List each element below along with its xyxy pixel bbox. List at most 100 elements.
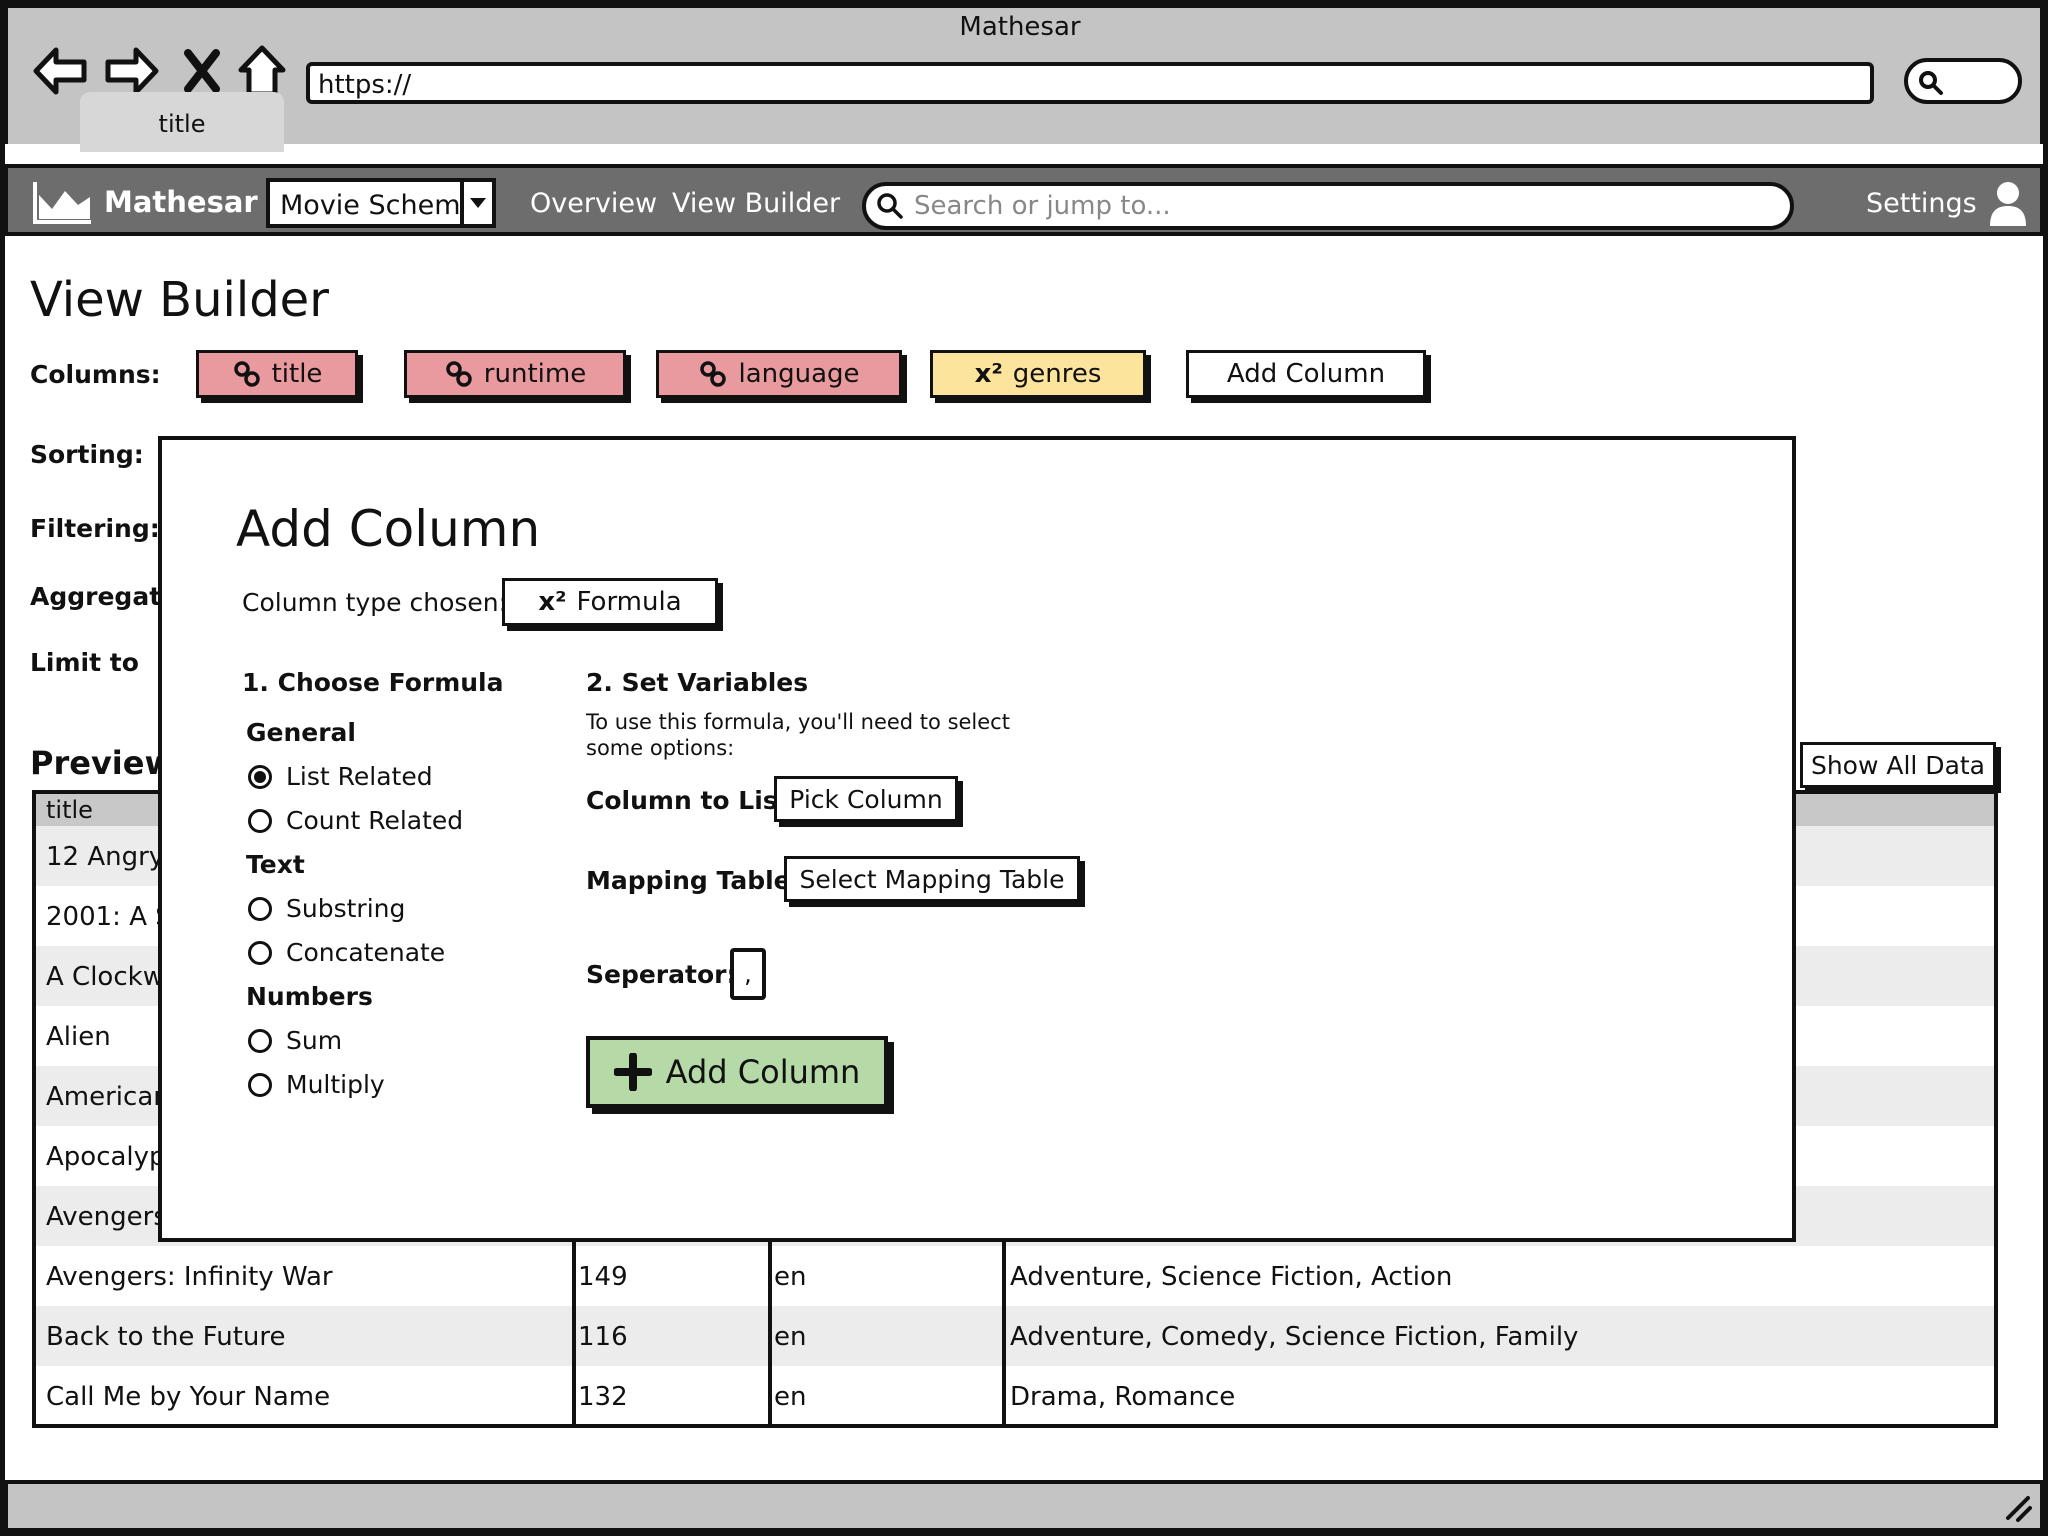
settings-link[interactable]: Settings xyxy=(1866,188,1977,219)
radio-unselected-icon xyxy=(248,1072,272,1097)
choose-formula-heading: 1. Choose Formula xyxy=(242,668,504,697)
column-type-value: Formula xyxy=(576,587,682,617)
radio-count-related[interactable]: Count Related xyxy=(248,806,463,835)
group-label-numbers: Numbers xyxy=(246,982,373,1011)
column-chip-title[interactable]: title xyxy=(196,350,358,398)
radio-unselected-icon xyxy=(248,940,272,965)
table-cell: Adventure, Science Fiction, Action xyxy=(1010,1262,1453,1292)
filtering-label: Filtering: xyxy=(30,514,160,543)
radio-label: Multiply xyxy=(286,1070,385,1099)
radio-multiply[interactable]: Multiply xyxy=(248,1070,385,1099)
separator-label: Seperator: xyxy=(586,960,737,989)
url-bar[interactable]: https:// xyxy=(306,62,1874,104)
table-cell: 149 xyxy=(578,1262,628,1292)
table-cell: en xyxy=(774,1322,807,1352)
browser-search[interactable] xyxy=(1904,58,2022,104)
limit-label: Limit to xyxy=(30,648,139,677)
select-mapping-table-button[interactable]: Select Mapping Table xyxy=(784,856,1080,902)
chevron-down-icon xyxy=(470,198,486,208)
table-cell: 116 xyxy=(578,1322,628,1352)
radio-label: Sum xyxy=(286,1026,343,1055)
radio-unselected-icon xyxy=(248,1028,272,1053)
table-cell: en xyxy=(774,1262,807,1292)
radio-label: Concatenate xyxy=(286,938,446,967)
group-label-general: General xyxy=(246,718,356,747)
chip-label: runtime xyxy=(483,359,587,389)
resize-grip-icon[interactable] xyxy=(2002,1492,2032,1522)
column-type-formula-button[interactable]: x² Formula xyxy=(502,578,718,626)
link-icon xyxy=(700,361,727,387)
table-cell: Avengers: xyxy=(46,1202,176,1232)
search-icon xyxy=(1919,71,1943,95)
table-row: Avengers: Infinity War 149 en Adventure,… xyxy=(36,1246,1994,1306)
brand-name: Mathesar xyxy=(104,185,258,219)
status-bar xyxy=(4,1480,2044,1532)
brand[interactable]: Mathesar xyxy=(32,178,258,226)
page-title: View Builder xyxy=(30,272,329,328)
search-placeholder: Search or jump to... xyxy=(914,191,1171,221)
pick-column-button[interactable]: Pick Column xyxy=(774,776,958,822)
radio-sum[interactable]: Sum xyxy=(248,1026,342,1055)
chip-label: title xyxy=(271,359,323,389)
column-chip-language[interactable]: language xyxy=(656,350,902,398)
table-cell: en xyxy=(774,1382,807,1412)
preview-title: Preview xyxy=(30,744,175,782)
table-row: Back to the Future 116 en Adventure, Com… xyxy=(36,1306,1994,1366)
link-icon xyxy=(233,361,260,387)
table-cell: Alien xyxy=(46,1022,111,1052)
table-cell: American xyxy=(46,1082,170,1112)
column-type-label: Column type chosen: xyxy=(242,588,508,617)
radio-list-related[interactable]: List Related xyxy=(248,762,433,791)
columns-label: Columns: xyxy=(30,360,161,389)
table-cell: Avengers: Infinity War xyxy=(46,1262,333,1292)
radio-substring[interactable]: Substring xyxy=(248,894,405,923)
help-text-line-1: To use this formula, you'll need to sele… xyxy=(586,710,1010,734)
app-search-input[interactable]: Search or jump to... xyxy=(862,182,1794,230)
column-divider xyxy=(1002,1238,1006,1428)
back-icon[interactable] xyxy=(30,42,90,100)
radio-label: Count Related xyxy=(286,806,464,835)
radio-unselected-icon xyxy=(248,896,272,921)
add-column-submit-button[interactable]: Add Column xyxy=(586,1036,888,1108)
submit-label: Add Column xyxy=(665,1053,861,1091)
chip-label: language xyxy=(738,359,860,389)
radio-unselected-icon xyxy=(248,808,272,833)
table-row: Call Me by Your Name 132 en Drama, Roman… xyxy=(36,1366,1994,1426)
table-cell: Adventure, Comedy, Science Fiction, Fami… xyxy=(1010,1322,1579,1352)
table-cell: Drama, Romance xyxy=(1010,1382,1236,1412)
plus-icon xyxy=(613,1053,652,1091)
table-cell: 132 xyxy=(578,1382,628,1412)
radio-concatenate[interactable]: Concatenate xyxy=(248,938,445,967)
column-chip-genres[interactable]: x² genres xyxy=(930,350,1146,398)
chip-label: genres xyxy=(1012,359,1102,389)
modal-title: Add Column xyxy=(236,500,541,558)
help-text-line-2: some options: xyxy=(586,736,735,760)
mapping-table-label: Mapping Table: xyxy=(586,866,801,895)
sorting-label: Sorting: xyxy=(30,440,144,469)
window-title: Mathesar xyxy=(959,12,1081,42)
show-all-data-button[interactable]: Show All Data xyxy=(1800,742,1996,788)
nav-view-builder[interactable]: View Builder xyxy=(672,188,840,219)
schema-dropdown-button[interactable] xyxy=(460,178,496,228)
group-label-text: Text xyxy=(246,850,305,879)
search-icon xyxy=(877,193,903,219)
nav-overview[interactable]: Overview xyxy=(530,188,657,219)
set-variables-heading: 2. Set Variables xyxy=(586,668,809,697)
browser-tab[interactable]: title xyxy=(80,92,284,152)
separator-input[interactable]: , xyxy=(730,948,766,1000)
column-to-list-label: Column to List: xyxy=(586,786,800,815)
radio-selected-icon xyxy=(248,764,272,789)
column-divider xyxy=(768,1238,772,1428)
formula-icon: x² xyxy=(538,587,567,617)
mathesar-logo-icon xyxy=(33,182,91,224)
user-avatar-icon[interactable] xyxy=(1988,180,2028,232)
table-cell: Back to the Future xyxy=(46,1322,286,1352)
table-cell: Call Me by Your Name xyxy=(46,1382,331,1412)
radio-label: Substring xyxy=(286,894,406,923)
link-icon xyxy=(446,361,472,387)
formula-icon: x² xyxy=(974,359,1003,389)
add-column-button[interactable]: Add Column xyxy=(1186,350,1426,398)
column-chip-runtime[interactable]: runtime xyxy=(404,350,626,398)
radio-label: List Related xyxy=(286,762,433,791)
column-divider xyxy=(572,1238,576,1428)
